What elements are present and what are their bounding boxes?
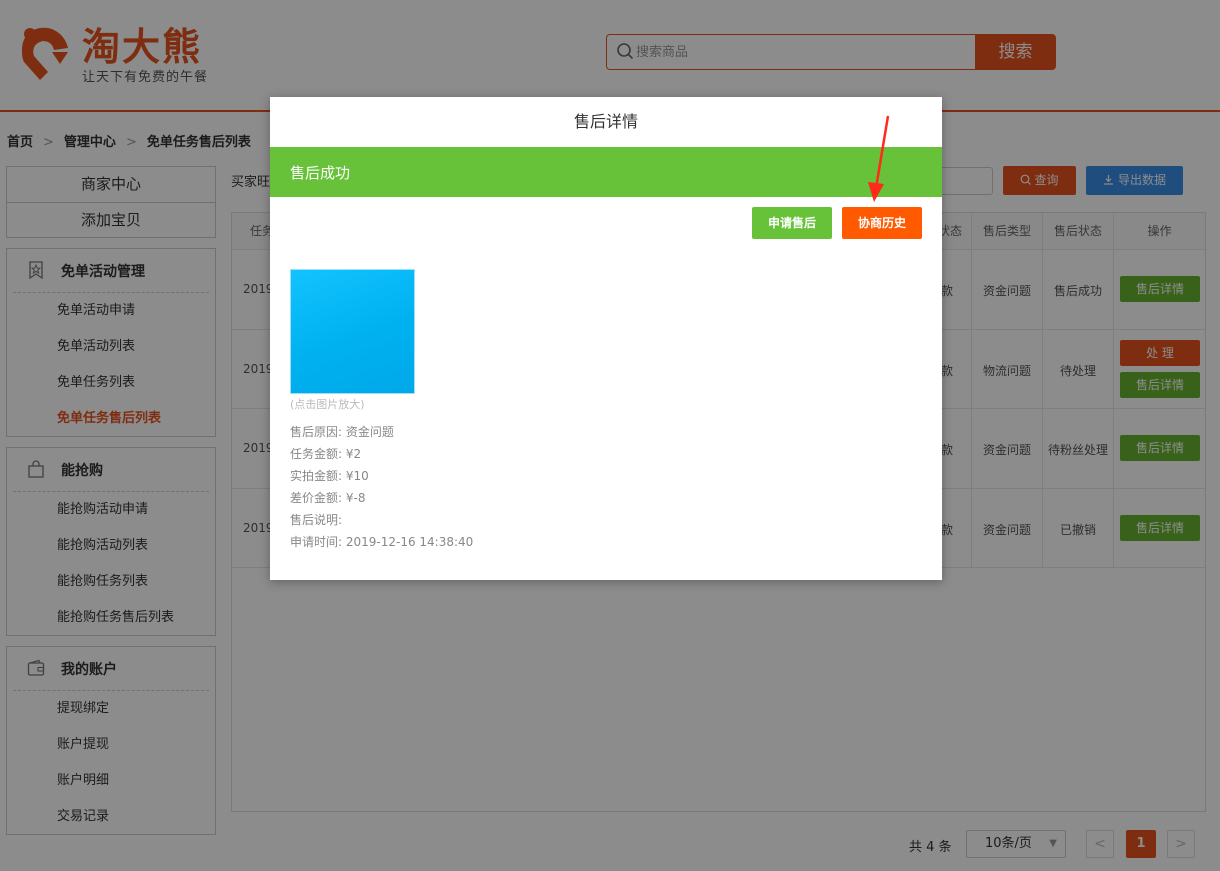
negotiation-history-button[interactable]: 协商历史 xyxy=(842,207,922,239)
detail-actual-amount: 实拍金额: ¥10 xyxy=(290,469,369,483)
evidence-image[interactable] xyxy=(290,269,415,394)
detail-reason: 售后原因: 资金问题 xyxy=(290,425,394,439)
detail-diff-amount: 差价金额: ¥-8 xyxy=(290,491,366,505)
annotation-arrow-icon xyxy=(868,115,890,202)
status-banner-text: 售后成功 xyxy=(290,164,351,182)
status-banner: 售后成功 xyxy=(270,147,942,197)
detail-apply-time: 申请时间: 2019-12-16 14:38:40 xyxy=(290,535,474,549)
modal-title: 售后详情 xyxy=(573,112,638,131)
detail-description: 售后说明: xyxy=(290,513,343,527)
apply-aftersale-button[interactable]: 申请售后 xyxy=(752,207,832,239)
image-zoom-hint: (点击图片放大) xyxy=(290,398,365,411)
aftersale-detail-modal: 售后详情 售后成功 申请售后 协商历史 (点击图片放大) 售后原因: 资金问题 … xyxy=(270,97,942,580)
detail-task-amount: 任务金额: ¥2 xyxy=(290,447,362,461)
